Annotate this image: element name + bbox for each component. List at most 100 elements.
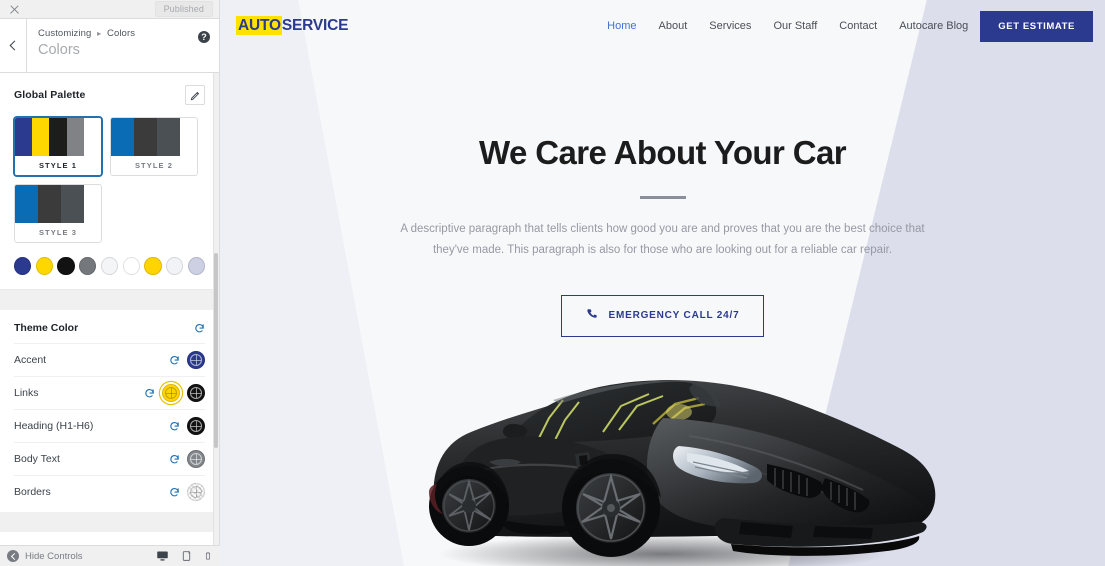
color-control-row: Body Text <box>14 442 205 475</box>
color-swatch[interactable] <box>187 384 205 402</box>
palette-color-dot[interactable] <box>100 257 119 275</box>
mobile-icon[interactable] <box>204 550 212 562</box>
palette-style-card[interactable]: STYLE 2 <box>110 117 198 176</box>
hero-heading: We Care About Your Car <box>479 134 847 171</box>
palette-style-card[interactable]: STYLE 1 <box>14 117 102 176</box>
palette-band <box>15 185 38 223</box>
pencil-icon[interactable] <box>185 85 205 105</box>
globe-icon <box>190 486 202 498</box>
section-divider <box>0 290 219 310</box>
device-preview-switcher <box>156 550 212 562</box>
hero-section: We Care About Your Car A descriptive par… <box>220 52 1105 337</box>
panel-scrollbar-thumb[interactable] <box>214 253 218 448</box>
palette-band <box>49 118 67 156</box>
color-swatch[interactable] <box>187 483 205 501</box>
palette-style-label: STYLE 1 <box>15 156 101 175</box>
globe-icon <box>190 420 202 432</box>
logo-part-auto: AUTO <box>236 16 282 35</box>
palette-color-dot[interactable] <box>144 257 162 275</box>
color-control-label: Heading (H1-H6) <box>14 420 94 432</box>
palette-style-card[interactable]: STYLE 3 <box>14 184 102 243</box>
palette-style-swatch-bands <box>15 185 101 223</box>
color-control-row: Links <box>14 376 205 409</box>
hide-controls-label: Hide Controls <box>25 550 83 562</box>
palette-color-dot[interactable] <box>14 257 32 275</box>
reset-icon[interactable] <box>169 421 180 432</box>
palette-band <box>111 118 134 156</box>
publish-button[interactable]: Published <box>154 1 213 17</box>
customizer-header: Customizing ▸ Colors Colors ? <box>0 18 219 73</box>
section-divider-2 <box>0 512 219 532</box>
palette-band <box>179 118 197 156</box>
palette-color-dot[interactable] <box>187 257 205 275</box>
logo-part-service: SERVICE <box>281 17 349 34</box>
palette-color-dot[interactable] <box>122 257 140 275</box>
color-swatch[interactable] <box>162 384 180 402</box>
hide-controls-button[interactable]: Hide Controls <box>7 550 83 562</box>
palette-style-swatch-bands <box>15 118 101 156</box>
site-preview: AUTOSERVICE Home About Services Our Staff Co… <box>220 0 1105 566</box>
reset-icon[interactable] <box>169 487 180 498</box>
desktop-icon[interactable] <box>156 550 169 562</box>
palette-band <box>60 185 84 223</box>
help-icon[interactable]: ? <box>198 31 210 43</box>
palette-color-dot[interactable] <box>35 257 53 275</box>
global-palette-section: Global Palette STYLE 1 STYLE 2 STYLE 3 <box>0 73 219 290</box>
global-palette-title: Global Palette <box>14 89 86 101</box>
back-button[interactable] <box>0 19 27 72</box>
nav-link-contact[interactable]: Contact <box>839 20 877 32</box>
color-control-actions <box>169 417 205 435</box>
reset-icon[interactable] <box>169 454 180 465</box>
hero-car-image <box>363 322 963 566</box>
color-control-actions <box>144 384 205 402</box>
customizer-topbar: Published <box>0 0 219 18</box>
customizer-footer: Hide Controls <box>0 545 220 566</box>
nav-link-home[interactable]: Home <box>607 20 636 32</box>
color-control-actions <box>169 483 205 501</box>
globe-icon <box>165 387 177 399</box>
theme-color-title: Theme Color <box>14 322 79 334</box>
color-control-row: Accent <box>14 343 205 376</box>
palette-band <box>156 118 180 156</box>
site-logo[interactable]: AUTOSERVICE <box>236 16 349 35</box>
breadcrumb-current: Colors <box>107 28 136 39</box>
breadcrumb: Customizing ▸ Colors <box>38 28 209 39</box>
nav-link-services[interactable]: Services <box>709 20 751 32</box>
panel-scrollbar[interactable] <box>213 73 219 566</box>
collapse-arrow-icon <box>7 550 19 562</box>
palette-color-dot[interactable] <box>166 257 184 275</box>
customizer-screen: Published Customizing ▸ Colors Colors ? … <box>0 0 1105 566</box>
globe-icon <box>190 354 202 366</box>
palette-band <box>15 118 33 156</box>
nav-link-our-staff[interactable]: Our Staff <box>773 20 817 32</box>
palette-band <box>83 118 101 156</box>
close-icon[interactable] <box>8 3 21 16</box>
color-control-row: Borders <box>14 475 205 508</box>
customizer-panel: Published Customizing ▸ Colors Colors ? … <box>0 0 220 566</box>
hero-divider <box>639 196 686 199</box>
reset-icon[interactable] <box>194 323 205 334</box>
panel-titles: Customizing ▸ Colors Colors ? <box>27 19 219 72</box>
color-swatch[interactable] <box>187 450 205 468</box>
reset-icon[interactable] <box>144 388 155 399</box>
color-swatch[interactable] <box>187 351 205 369</box>
color-control-actions <box>169 351 205 369</box>
palette-color-dot[interactable] <box>79 257 97 275</box>
palette-color-dot[interactable] <box>57 257 75 275</box>
color-control-label: Links <box>14 387 39 399</box>
palette-style-list: STYLE 1 STYLE 2 STYLE 3 <box>14 117 205 243</box>
palette-band <box>37 185 61 223</box>
theme-color-header: Theme Color <box>14 322 205 343</box>
palette-band <box>133 118 157 156</box>
breadcrumb-root[interactable]: Customizing <box>38 28 91 39</box>
get-estimate-button[interactable]: GET ESTIMATE <box>980 10 1093 42</box>
palette-style-label: STYLE 2 <box>111 156 197 175</box>
nav-link-autocare-blog[interactable]: Autocare Blog <box>899 20 968 32</box>
customizer-body: Global Palette STYLE 1 STYLE 2 STYLE 3 The… <box>0 73 219 566</box>
hero-paragraph: A descriptive paragraph that tells clien… <box>400 223 925 257</box>
nav-link-about[interactable]: About <box>659 20 688 32</box>
palette-color-dots <box>14 257 205 275</box>
reset-icon[interactable] <box>169 355 180 366</box>
color-swatch[interactable] <box>187 417 205 435</box>
tablet-icon[interactable] <box>181 550 192 562</box>
